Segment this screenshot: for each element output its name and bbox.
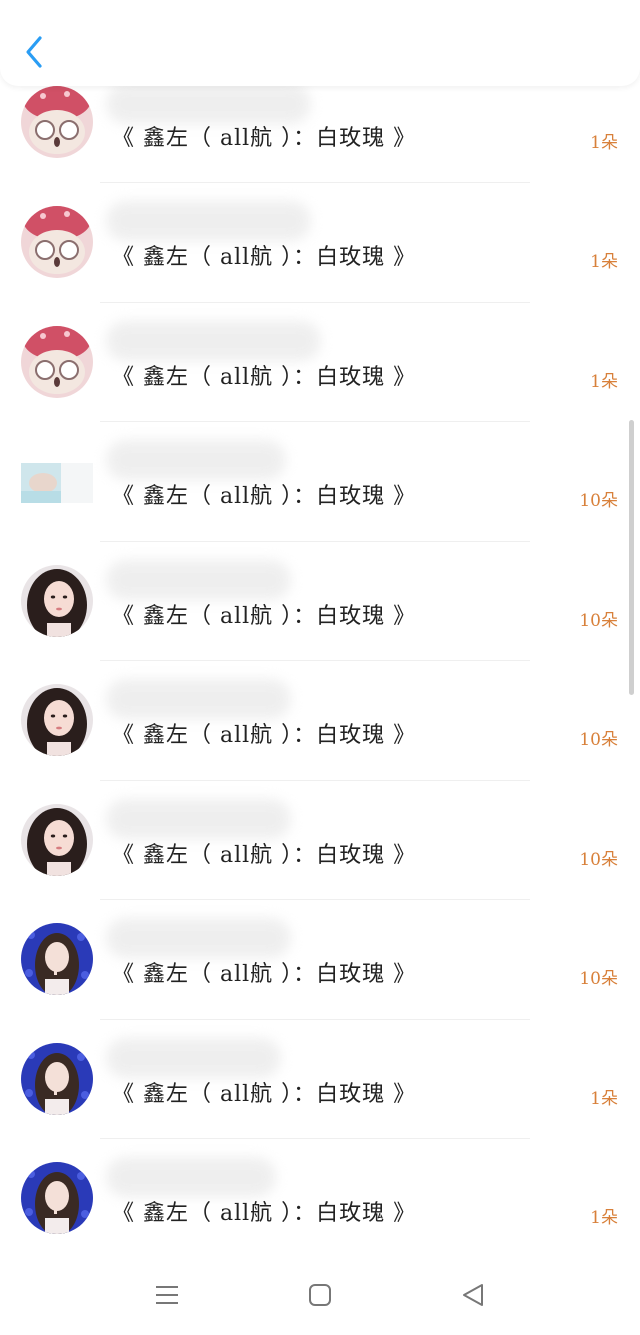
list-item[interactable]: 《 鑫左（ all航 ）：白玫瑰 》 10朵 [0,781,640,900]
system-nav-bar [0,1256,640,1335]
home-button[interactable] [305,1280,335,1310]
avatar [21,564,93,637]
avatar [21,86,93,158]
avatar [21,325,93,398]
gift-description: 《 鑫左（ all航 ）：白玫瑰 》 [112,603,417,629]
blurred-username [106,86,311,124]
pink-hat-avatar [21,86,93,158]
back-triangle-icon [463,1284,483,1306]
gift-count: 1朵 [590,133,618,153]
menu-button[interactable] [152,1280,182,1310]
back-nav-button[interactable] [458,1280,488,1310]
blurred-username [106,679,291,719]
gift-description: 《 鑫左（ all航 ）：白玫瑰 》 [112,1081,417,1107]
avatar [21,803,93,876]
gift-description: 《 鑫左（ all航 ）：白玫瑰 》 [112,723,417,748]
scrollbar[interactable] [629,420,634,695]
back-button[interactable] [20,34,50,70]
blurred-username [106,440,286,480]
gift-description: 《 鑫左（ all航 ）：白玫瑰 》 [112,1201,417,1226]
gift-description: 《 鑫左（ all航 ）：白玫瑰 》 [112,484,417,509]
gift-description: 《 鑫左（ all航 ）：白玫瑰 》 [112,364,417,390]
blurred-username [106,320,321,361]
gift-description: 《 鑫左（ all航 ）：白玫瑰 》 [112,126,417,151]
pink-hat-avatar [21,206,93,278]
avatar [21,684,93,756]
list-item[interactable]: 《 鑫左（ all航 ）：白玫瑰 》 10朵 [0,422,640,542]
menu-icon [156,1286,178,1304]
gift-count: 1朵 [590,1088,618,1109]
blurred-username [106,798,291,839]
blurred-username [106,201,311,241]
list-item[interactable]: 《 鑫左（ all航 ）：白玫瑰 》 10朵 [0,542,640,661]
blurred-username [106,1037,281,1078]
list-item[interactable]: 《 鑫左（ all航 ）：白玫瑰 》 10朵 [0,661,640,781]
light-blue-photo-avatar [21,463,93,503]
gift-count: 10朵 [579,491,618,511]
avatar [21,463,93,503]
gift-count: 10朵 [579,849,618,870]
blue-bg-girl-avatar [21,1042,93,1115]
chevron-left-icon [26,36,42,68]
gift-count: 1朵 [590,252,618,272]
avatar [21,1162,93,1234]
gift-count: 10朵 [579,610,618,631]
blurred-username [106,559,291,600]
list-item[interactable]: 《 鑫左（ all航 ）：白玫瑰 》 1朵 [0,1139,640,1256]
blurred-username [106,918,291,958]
gift-count: 1朵 [590,371,618,392]
blue-bg-girl-avatar [21,1162,93,1234]
list-item[interactable]: 《 鑫左（ all航 ）：白玫瑰 》 1朵 [0,1020,640,1139]
gift-description: 《 鑫左（ all航 ）：白玫瑰 》 [112,962,417,987]
gift-description: 《 鑫左（ all航 ）：白玫瑰 》 [112,842,417,868]
gift-count: 10朵 [579,969,618,989]
avatar [21,1042,93,1115]
girl-portrait-avatar [21,564,93,637]
gift-description: 《 鑫左（ all航 ）：白玫瑰 》 [112,245,417,270]
list-item[interactable]: 《 鑫左（ all航 ）：白玫瑰 》 1朵 [0,183,640,303]
list-item[interactable]: 《 鑫左（ all航 ）：白玫瑰 》 10朵 [0,900,640,1020]
pink-hat-avatar [21,325,93,398]
list-item[interactable]: 《 鑫左（ all航 ）：白玫瑰 》 1朵 [0,86,640,183]
gift-count: 10朵 [579,730,618,750]
gift-list-screen: 《 鑫左（ all航 ）：白玫瑰 》 1朵 《 鑫左（ all航 ）：白玫瑰 》… [0,0,640,1335]
girl-portrait-avatar [21,803,93,876]
top-bar [0,0,640,86]
gift-count: 1朵 [590,1208,618,1228]
list-item[interactable]: 《 鑫左（ all航 ）：白玫瑰 》 1朵 [0,303,640,422]
avatar [21,206,93,278]
avatar [21,923,93,995]
blurred-username [106,1157,276,1197]
girl-portrait-avatar [21,684,93,756]
gift-record-list[interactable]: 《 鑫左（ all航 ）：白玫瑰 》 1朵 《 鑫左（ all航 ）：白玫瑰 》… [0,86,640,1256]
home-square-icon [309,1284,331,1306]
blue-bg-girl-avatar [21,923,93,995]
